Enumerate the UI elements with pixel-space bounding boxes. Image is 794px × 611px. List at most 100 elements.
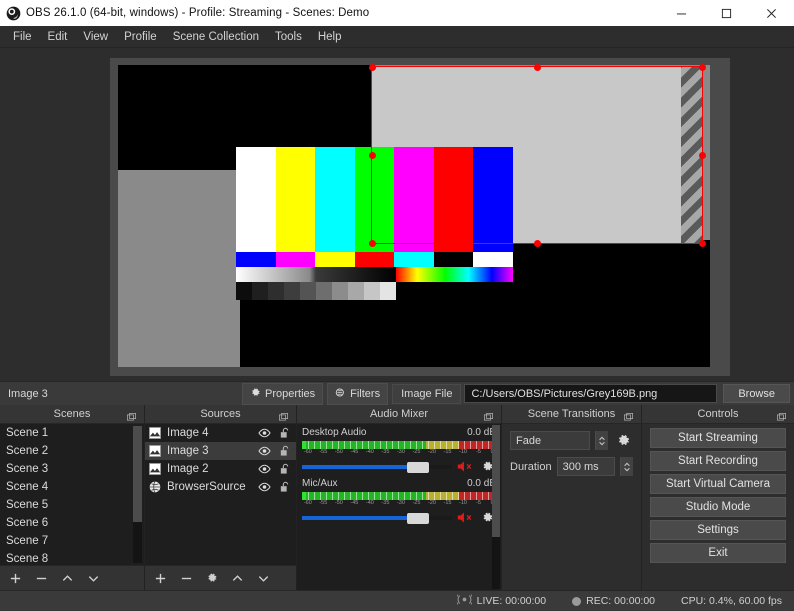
volume-fader[interactable] bbox=[302, 461, 452, 473]
image-file-label: Image File bbox=[392, 384, 461, 404]
source-label: Image 2 bbox=[167, 463, 252, 475]
eye-icon[interactable] bbox=[257, 446, 272, 456]
cpu-status: CPU: 0.4%, 60.00 fps bbox=[681, 595, 782, 607]
controls-body: Start Streaming Start Recording Start Vi… bbox=[642, 424, 794, 590]
start-streaming-button[interactable]: Start Streaming bbox=[650, 428, 786, 448]
maximize-icon[interactable] bbox=[704, 0, 749, 26]
chevron-down-icon[interactable] bbox=[87, 572, 100, 585]
scene-item[interactable]: Scene 3 bbox=[0, 460, 144, 478]
filters-icon bbox=[335, 387, 346, 401]
studio-mode-button[interactable]: Studio Mode bbox=[650, 497, 786, 517]
start-virtual-camera-button[interactable]: Start Virtual Camera bbox=[650, 474, 786, 494]
speaker-muted-icon[interactable] bbox=[456, 460, 474, 473]
mixer-channel-desktop-audio[interactable]: Desktop Audio 0.0 dB -60-55-50 -45-40-35… bbox=[297, 424, 501, 475]
mixer-body[interactable]: Desktop Audio 0.0 dB -60-55-50 -45-40-35… bbox=[297, 424, 501, 590]
chevron-up-icon[interactable] bbox=[231, 572, 244, 585]
obs-main-window: OBS 26.1.0 (64-bit, windows) - Profile: … bbox=[0, 0, 794, 611]
eye-icon[interactable] bbox=[257, 482, 272, 492]
eye-icon[interactable] bbox=[257, 428, 272, 438]
plus-icon[interactable] bbox=[154, 572, 167, 585]
speaker-muted-icon[interactable] bbox=[456, 511, 474, 524]
scenes-dock: Scenes Scene 1 Scene 2 Scene 3 Scene 4 S… bbox=[0, 405, 145, 590]
menu-view[interactable]: View bbox=[75, 28, 116, 46]
chevron-up-icon[interactable] bbox=[61, 572, 74, 585]
mixer-scrollbar[interactable] bbox=[492, 425, 500, 589]
scrollbar-thumb[interactable] bbox=[492, 425, 500, 537]
cpu-text: CPU: 0.4%, 60.00 fps bbox=[681, 595, 782, 607]
filters-button[interactable]: Filters bbox=[327, 383, 388, 405]
sources-list[interactable]: Image 4 Image 3 bbox=[145, 424, 296, 565]
menu-file[interactable]: File bbox=[5, 28, 40, 46]
menu-edit[interactable]: Edit bbox=[40, 28, 76, 46]
duration-label: Duration bbox=[510, 461, 552, 473]
transitions-body: Fade Duration 300 ms bbox=[502, 424, 641, 590]
scene-item[interactable]: Scene 7 bbox=[0, 532, 144, 550]
unlock-icon[interactable] bbox=[277, 481, 292, 493]
volume-fader[interactable] bbox=[302, 512, 452, 524]
close-icon[interactable] bbox=[749, 0, 794, 26]
unlock-icon[interactable] bbox=[277, 463, 292, 475]
eye-icon[interactable] bbox=[257, 464, 272, 474]
menu-profile[interactable]: Profile bbox=[116, 28, 165, 46]
duration-input[interactable]: 300 ms bbox=[557, 457, 615, 476]
source-item[interactable]: Image 4 bbox=[145, 424, 296, 442]
source-item[interactable]: Image 2 bbox=[145, 460, 296, 478]
image-icon bbox=[149, 463, 162, 476]
transition-select[interactable]: Fade bbox=[510, 431, 590, 450]
minus-icon[interactable] bbox=[35, 572, 48, 585]
mixer-channel-mic-aux[interactable]: Mic/Aux 0.0 dB -60-55-50 -45-40-35 -30-2… bbox=[297, 475, 501, 526]
layer-black-bottom-right bbox=[485, 240, 710, 367]
scene-item[interactable]: Scene 5 bbox=[0, 496, 144, 514]
channel-name: Desktop Audio bbox=[302, 427, 367, 439]
transition-spinner-icon[interactable] bbox=[595, 431, 608, 450]
exit-button[interactable]: Exit bbox=[650, 543, 786, 563]
source-toolbar: Image 3 Properties Filters Image File C:… bbox=[0, 381, 794, 405]
preview-area[interactable] bbox=[0, 48, 794, 381]
transition-value: Fade bbox=[516, 435, 541, 447]
source-label: BrowserSource bbox=[167, 481, 252, 493]
unlock-icon[interactable] bbox=[277, 445, 292, 457]
controls-dock: Controls Start Streaming Start Recording… bbox=[642, 405, 794, 590]
scene-item[interactable]: Scene 2 bbox=[0, 442, 144, 460]
scene-item[interactable]: Scene 1 bbox=[0, 424, 144, 442]
gear-icon[interactable] bbox=[206, 572, 218, 584]
source-label: Image 3 bbox=[167, 445, 252, 457]
layer-greyscale-ramp bbox=[236, 267, 396, 282]
duration-spinner-icon[interactable] bbox=[620, 457, 633, 476]
transition-properties-gear-icon[interactable] bbox=[613, 433, 633, 448]
source-item-selected[interactable]: Image 3 bbox=[145, 442, 296, 460]
properties-button[interactable]: Properties bbox=[242, 383, 323, 405]
scene-item[interactable]: Scene 8 bbox=[0, 550, 144, 565]
scenes-list[interactable]: Scene 1 Scene 2 Scene 3 Scene 4 Scene 5 … bbox=[0, 424, 144, 565]
browse-button[interactable]: Browse bbox=[723, 384, 790, 403]
menu-scene-collection[interactable]: Scene Collection bbox=[165, 28, 267, 46]
menu-help[interactable]: Help bbox=[310, 28, 350, 46]
controls-dock-header: Controls bbox=[642, 405, 794, 424]
menu-tools[interactable]: Tools bbox=[267, 28, 310, 46]
scene-item[interactable]: Scene 4 bbox=[0, 478, 144, 496]
source-label: Image 4 bbox=[167, 427, 252, 439]
source-item[interactable]: BrowserSource bbox=[145, 478, 296, 496]
rec-timer: REC: 00:00:00 bbox=[586, 595, 655, 607]
preview-canvas[interactable] bbox=[110, 58, 730, 376]
scenes-dock-header: Scenes bbox=[0, 405, 144, 424]
minimize-icon[interactable] bbox=[659, 0, 704, 26]
unlock-icon[interactable] bbox=[277, 427, 292, 439]
live-status: LIVE: 00:00:00 bbox=[457, 594, 546, 608]
plus-icon[interactable] bbox=[9, 572, 22, 585]
minus-icon[interactable] bbox=[180, 572, 193, 585]
image-file-path-input[interactable]: C:/Users/OBS/Pictures/Grey169B.png bbox=[464, 384, 717, 403]
scene-item[interactable]: Scene 6 bbox=[0, 514, 144, 532]
chevron-down-icon[interactable] bbox=[257, 572, 270, 585]
title-bar: OBS 26.1.0 (64-bit, windows) - Profile: … bbox=[0, 0, 794, 26]
volume-meter bbox=[302, 492, 496, 500]
globe-icon bbox=[149, 481, 162, 494]
start-recording-button[interactable]: Start Recording bbox=[650, 451, 786, 471]
image-icon bbox=[149, 427, 162, 440]
scrollbar-thumb[interactable] bbox=[133, 426, 142, 522]
dock-row: Scenes Scene 1 Scene 2 Scene 3 Scene 4 S… bbox=[0, 405, 794, 590]
menu-bar: File Edit View Profile Scene Collection … bbox=[0, 26, 794, 48]
scenes-scrollbar[interactable] bbox=[133, 426, 142, 563]
layer-color-bars-primary bbox=[236, 147, 513, 252]
settings-button[interactable]: Settings bbox=[650, 520, 786, 540]
